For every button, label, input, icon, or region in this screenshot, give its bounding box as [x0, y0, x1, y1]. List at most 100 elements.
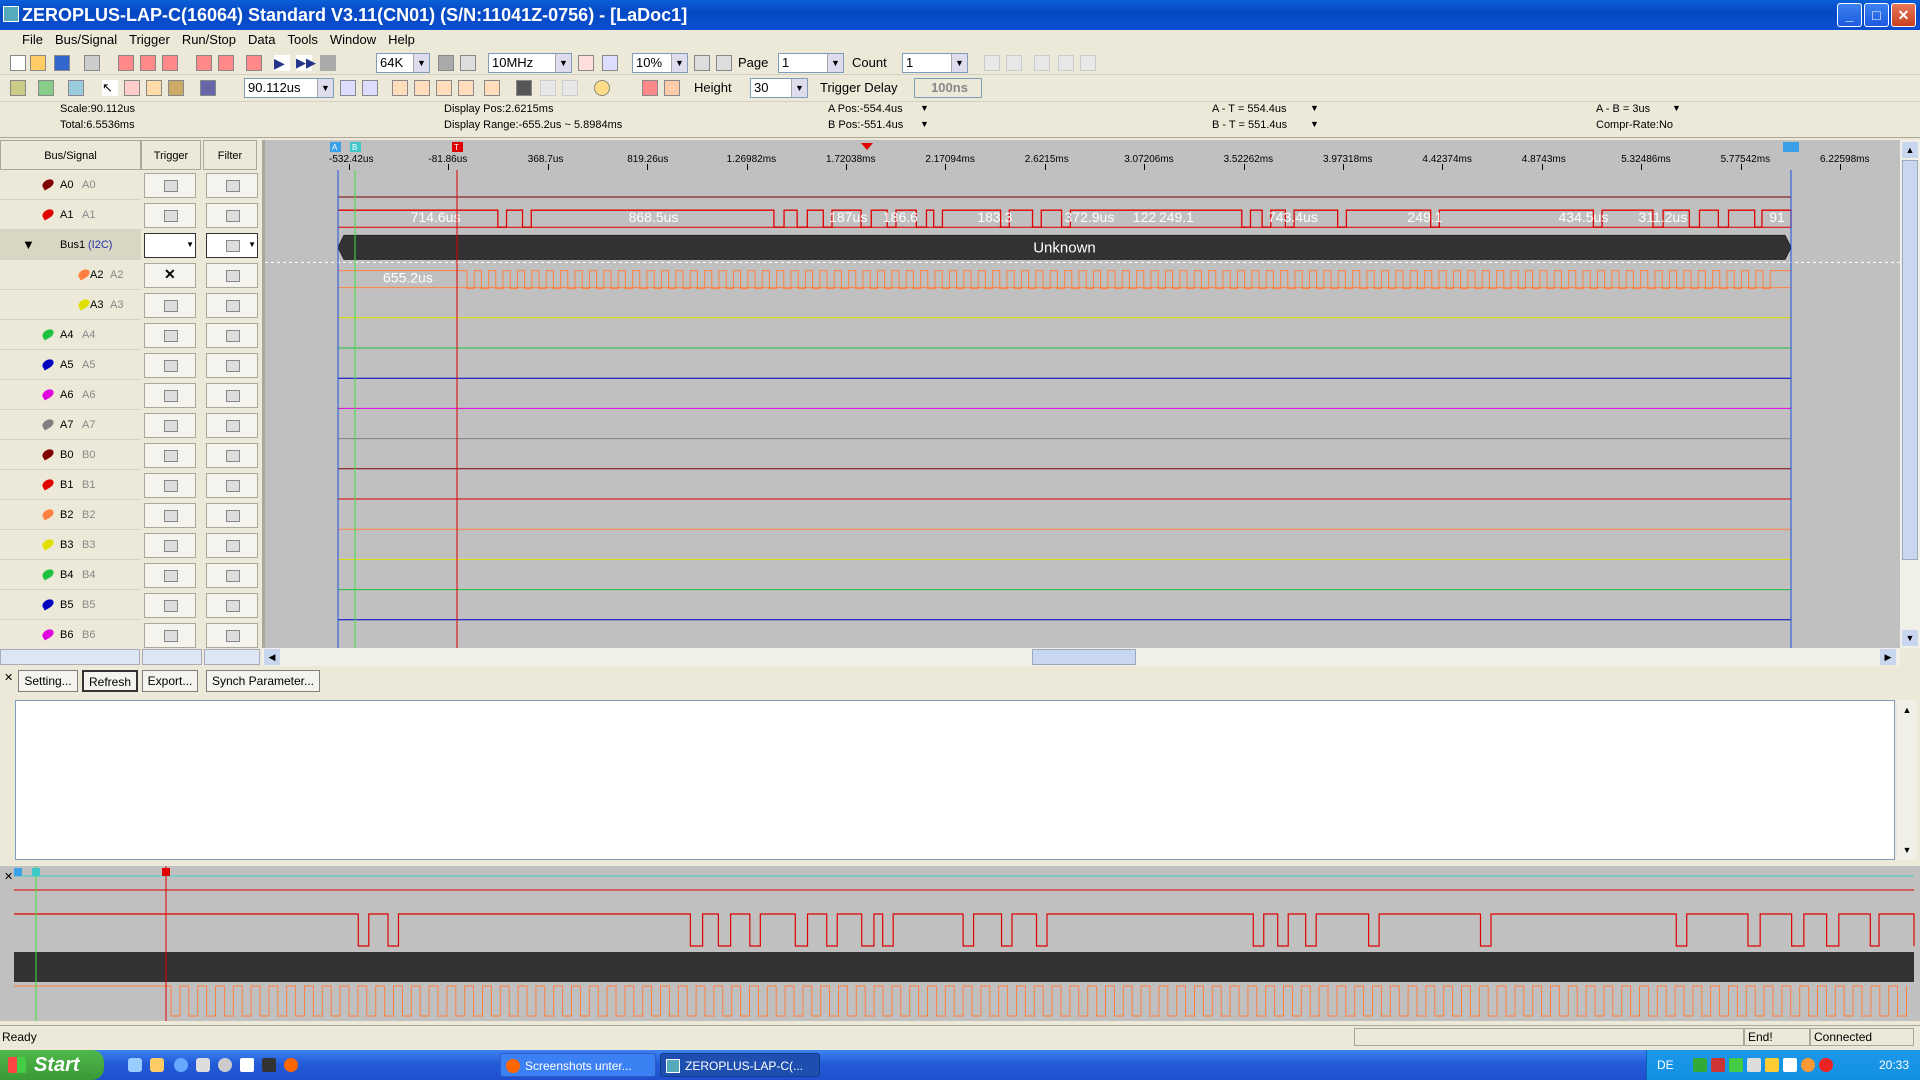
decompress-icon[interactable]: [460, 55, 476, 71]
horizontal-scrollbar[interactable]: ◀ ▶: [262, 648, 1900, 666]
filter-cell[interactable]: [206, 293, 258, 318]
refresh-button[interactable]: Refresh: [82, 670, 138, 692]
close-button[interactable]: ✕: [1891, 3, 1916, 27]
a-t-dropdown-icon[interactable]: ▼: [1310, 103, 1319, 113]
height-select[interactable]: 30 ▼: [750, 78, 808, 98]
cursor-a-flag[interactable]: A: [330, 142, 341, 152]
cursor-t-flag[interactable]: T: [452, 142, 463, 152]
refresh-view-icon[interactable]: [68, 80, 84, 96]
signal-row[interactable]: B6 B6: [0, 620, 262, 650]
filter-cell[interactable]: [206, 533, 258, 558]
signal-name-cell[interactable]: A3 A3: [0, 290, 141, 320]
stop-icon[interactable]: [320, 55, 336, 71]
filter-header[interactable]: Filter: [203, 140, 257, 170]
quicklaunch-explorer-icon[interactable]: [150, 1058, 164, 1072]
menu-window[interactable]: Window: [324, 30, 382, 50]
output-scroll-down-icon[interactable]: ▼: [1899, 842, 1915, 858]
trigger-cell[interactable]: [144, 383, 196, 408]
dropdown-arrow-icon[interactable]: ▼: [186, 240, 194, 249]
horizontal-scroll-thumb[interactable]: [1032, 649, 1136, 665]
signal-name-cell[interactable]: A4 A4: [0, 320, 141, 350]
signal-name-cell[interactable]: B3 B3: [0, 530, 141, 560]
signal-name-cell[interactable]: A6 A6: [0, 380, 141, 410]
cursor-t-icon[interactable]: [436, 80, 452, 96]
start-button[interactable]: Start: [0, 1050, 104, 1080]
output-scroll-up-icon[interactable]: ▲: [1899, 702, 1915, 718]
trigger-cell[interactable]: [144, 593, 196, 618]
minimize-button[interactable]: _: [1837, 3, 1862, 27]
search-next-disabled-icon[interactable]: [1080, 55, 1096, 71]
tray-warning-icon[interactable]: [1765, 1058, 1779, 1072]
trigger-cell[interactable]: [144, 473, 196, 498]
plugin-icon[interactable]: [664, 80, 680, 96]
tray-antivirus-icon[interactable]: [1819, 1058, 1833, 1072]
compress-icon[interactable]: [438, 55, 454, 71]
quicklaunch-desktop-icon[interactable]: [128, 1058, 142, 1072]
new-file-icon[interactable]: [10, 55, 26, 71]
tray-display-icon[interactable]: [1747, 1058, 1761, 1072]
close-pane-icon[interactable]: ✕: [4, 671, 13, 684]
filter-cell[interactable]: [206, 173, 258, 198]
filter-cell[interactable]: [206, 623, 258, 648]
report-icon[interactable]: [38, 80, 54, 96]
menu-bus-signal[interactable]: Bus/Signal: [49, 30, 123, 50]
signal-row[interactable]: A3 A3: [0, 290, 262, 320]
signal-row[interactable]: ▼ Bus1 (I2C) ▼ ▼: [0, 230, 262, 260]
tray-ati-icon[interactable]: [1711, 1058, 1725, 1072]
bus-signal-header[interactable]: Bus/Signal: [0, 140, 141, 170]
overview-pane[interactable]: ✕: [0, 866, 1920, 1021]
trigger-cell[interactable]: ✕: [144, 263, 196, 288]
signal-split-icon[interactable]: [218, 55, 234, 71]
filter-cell[interactable]: [206, 563, 258, 588]
bus-decode-icon[interactable]: [642, 80, 658, 96]
close-overview-icon[interactable]: ✕: [4, 870, 13, 883]
find-prev-icon[interactable]: [540, 80, 556, 96]
overview-canvas[interactable]: [14, 866, 1918, 1021]
trigger-cell[interactable]: [144, 533, 196, 558]
layout-icon[interactable]: [10, 80, 26, 96]
signal-name-cell[interactable]: A1 A1: [0, 200, 141, 230]
scroll-right-icon[interactable]: ▶: [1880, 649, 1896, 665]
signal-row[interactable]: A6 A6: [0, 380, 262, 410]
cursor-a-icon[interactable]: [392, 80, 408, 96]
clock-external-icon[interactable]: [602, 55, 618, 71]
a-b-dropdown-icon[interactable]: ▼: [1672, 103, 1681, 113]
menu-tools[interactable]: Tools: [281, 30, 323, 50]
bus-add-icon[interactable]: [140, 55, 156, 71]
timer-icon[interactable]: [594, 80, 610, 96]
signal-row[interactable]: B1 B1: [0, 470, 262, 500]
scroll-up-icon[interactable]: ▲: [1902, 142, 1918, 158]
search-disabled-icon[interactable]: [1034, 55, 1050, 71]
save-icon[interactable]: [54, 55, 70, 71]
language-indicator[interactable]: DE: [1657, 1050, 1674, 1080]
filter-cell[interactable]: [206, 263, 258, 288]
signal-list-scrollbars[interactable]: [0, 648, 262, 666]
signal-row[interactable]: B2 B2: [0, 500, 262, 530]
filter-cell[interactable]: [206, 593, 258, 618]
quicklaunch-firefox-icon[interactable]: [284, 1058, 298, 1072]
trigger-cell[interactable]: [144, 413, 196, 438]
trigger-header[interactable]: Trigger: [141, 140, 201, 170]
menu-trigger[interactable]: Trigger: [123, 30, 176, 50]
find-next-icon[interactable]: [562, 80, 578, 96]
sample-rate-select[interactable]: 10MHz ▼: [488, 53, 572, 73]
filter-cell[interactable]: [206, 353, 258, 378]
zoom-full-icon[interactable]: [362, 80, 378, 96]
run-icon[interactable]: ▶: [274, 55, 290, 71]
vertical-scroll-thumb[interactable]: [1902, 160, 1918, 560]
memory-depth-select[interactable]: 64K ▼: [376, 53, 430, 73]
signal-name-cell[interactable]: B2 B2: [0, 500, 141, 530]
cursor-q-icon[interactable]: [484, 80, 500, 96]
cursor-b-icon[interactable]: [414, 80, 430, 96]
output-pane[interactable]: [15, 700, 1895, 860]
dropdown-arrow-icon[interactable]: ▼: [248, 240, 256, 249]
signal-row[interactable]: A5 A5: [0, 350, 262, 380]
trigger-cell[interactable]: ▼: [144, 233, 196, 258]
next-disabled-icon[interactable]: [1006, 55, 1022, 71]
tray-update-icon[interactable]: [1801, 1058, 1815, 1072]
count-select[interactable]: 1 ▼: [902, 53, 968, 73]
scroll-left-icon[interactable]: ◀: [264, 649, 280, 665]
signal-name-cell[interactable]: B4 B4: [0, 560, 141, 590]
delete-bus-icon[interactable]: [246, 55, 262, 71]
bus-setting-icon[interactable]: [118, 55, 134, 71]
